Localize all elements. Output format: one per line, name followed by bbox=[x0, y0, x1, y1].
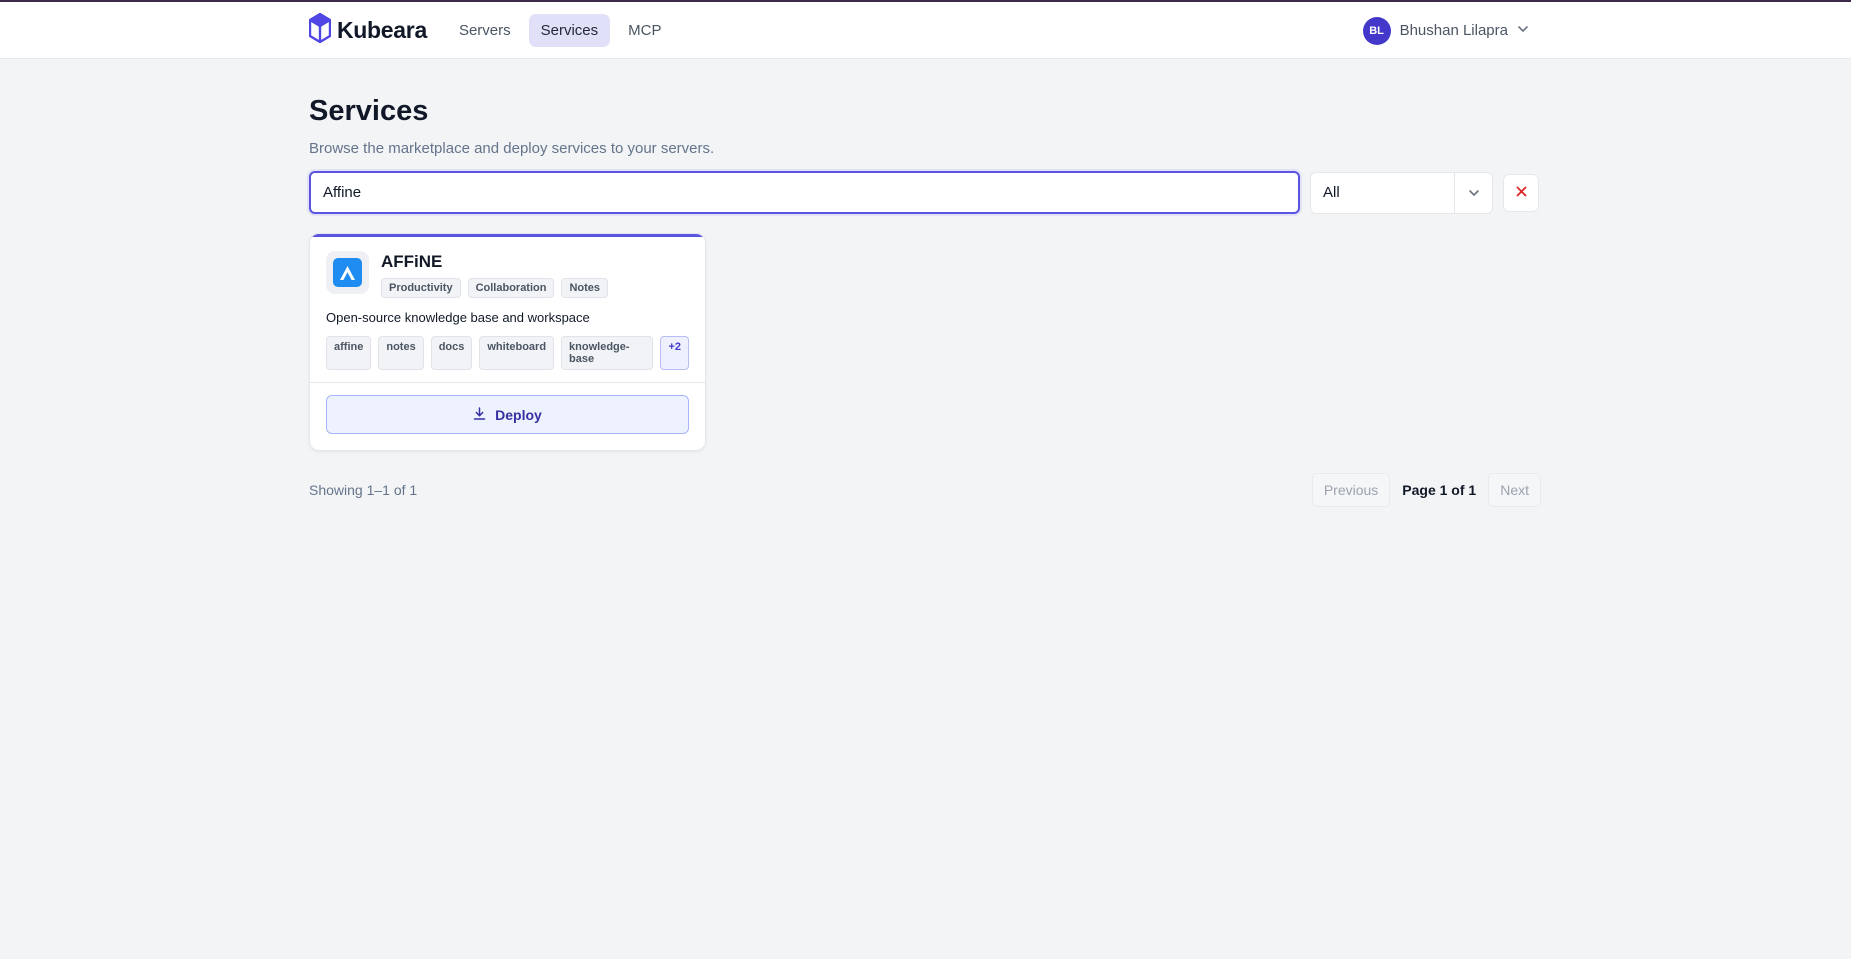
card-footer: Deploy bbox=[310, 382, 705, 450]
nav-mcp[interactable]: MCP bbox=[616, 14, 673, 47]
category-select-value: All bbox=[1323, 184, 1340, 201]
page-title: Services bbox=[309, 95, 429, 127]
kubeara-logo-icon bbox=[308, 12, 332, 48]
previous-page-button[interactable]: Previous bbox=[1311, 473, 1391, 507]
category-chip: Productivity bbox=[381, 278, 461, 298]
tag-chip: docs bbox=[430, 336, 473, 370]
service-heading: AFFiNE Productivity Collaboration Notes bbox=[381, 251, 609, 298]
service-name: AFFiNE bbox=[381, 252, 443, 271]
app-header: Kubeara Servers Services MCP BL Bhushan … bbox=[0, 2, 1851, 59]
clear-filters-button[interactable] bbox=[1503, 173, 1539, 212]
page-indicator: Page 1 of 1 bbox=[1402, 482, 1477, 498]
next-page-button[interactable]: Next bbox=[1488, 473, 1541, 507]
filter-bar: All bbox=[309, 171, 1541, 214]
main-content: Services Browse the marketplace and depl… bbox=[309, 95, 1541, 507]
affine-logo-icon bbox=[333, 258, 362, 287]
nav-servers[interactable]: Servers bbox=[447, 14, 523, 47]
tag-chip: knowledge-base bbox=[561, 336, 654, 370]
tag-chip: notes bbox=[378, 336, 424, 370]
tag-chip: affine bbox=[326, 336, 372, 370]
brand-name: Kubeara bbox=[337, 17, 427, 43]
brand[interactable]: Kubeara bbox=[308, 12, 427, 48]
results-count: Showing 1–1 of 1 bbox=[309, 482, 418, 498]
service-categories: Productivity Collaboration Notes bbox=[381, 278, 609, 298]
main-nav: Servers Services MCP bbox=[447, 14, 674, 47]
card-header: AFFiNE Productivity Collaboration Notes bbox=[326, 251, 689, 298]
search-input[interactable] bbox=[309, 171, 1300, 214]
download-icon bbox=[473, 406, 486, 423]
category-chip: Notes bbox=[561, 278, 609, 298]
avatar: BL bbox=[1362, 16, 1391, 45]
pagination: Previous Page 1 of 1 Next bbox=[1311, 473, 1541, 507]
deploy-button[interactable]: Deploy bbox=[326, 395, 689, 434]
nav-services[interactable]: Services bbox=[528, 14, 611, 47]
pagination-row: Showing 1–1 of 1 Previous Page 1 of 1 Ne… bbox=[309, 473, 1541, 507]
chevron-down-icon bbox=[1454, 172, 1492, 213]
service-card-affine[interactable]: AFFiNE Productivity Collaboration Notes … bbox=[309, 233, 706, 451]
header-left: Kubeara Servers Services MCP bbox=[308, 12, 674, 48]
category-chip: Collaboration bbox=[467, 278, 555, 298]
chevron-down-icon bbox=[1517, 22, 1529, 40]
card-body: AFFiNE Productivity Collaboration Notes … bbox=[310, 237, 705, 382]
close-icon bbox=[1516, 184, 1527, 202]
service-description: Open-source knowledge base and workspace bbox=[326, 310, 590, 325]
tag-chip: whiteboard bbox=[479, 336, 555, 370]
service-logo bbox=[326, 251, 369, 294]
page-subtitle: Browse the marketplace and deploy servic… bbox=[309, 140, 715, 157]
more-tags-badge[interactable]: +2 bbox=[660, 336, 689, 370]
deploy-label: Deploy bbox=[495, 406, 542, 423]
service-tags: affine notes docs whiteboard knowledge-b… bbox=[326, 336, 689, 370]
user-menu[interactable]: BL Bhushan Lilapra bbox=[1362, 16, 1529, 45]
user-name: Bhushan Lilapra bbox=[1399, 22, 1508, 39]
category-select[interactable]: All bbox=[1310, 171, 1493, 214]
